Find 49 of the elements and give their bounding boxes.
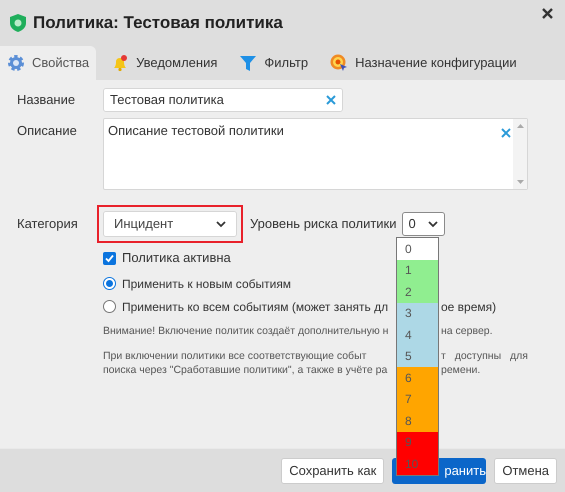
dropdown-option[interactable]: 6	[397, 367, 438, 388]
bell-icon	[111, 54, 130, 72]
dropdown-option[interactable]: 5	[397, 346, 438, 367]
description-field[interactable]: Описание тестовой политики	[103, 118, 528, 190]
field-label: Категория	[16, 215, 79, 234]
warning-text: Внимание! Включение политик создаёт дополнительную н	[103, 324, 388, 339]
clear-icon[interactable]	[326, 95, 336, 105]
clear-icon[interactable]	[501, 128, 511, 138]
field-label: Название	[16, 91, 76, 109]
name-field[interactable]: Тестовая политика	[103, 88, 343, 112]
tab[interactable]: Назначение конфигурации	[323, 46, 524, 80]
category-select[interactable]: Инцидент	[103, 211, 237, 237]
dropdown-option[interactable]: 1	[397, 260, 438, 281]
checkbox-label: Политика активна	[122, 249, 231, 268]
radio-label: ое время)	[441, 298, 498, 316]
warning-text: на сервер.	[441, 324, 494, 339]
dropdown-option[interactable]: 4	[397, 324, 438, 346]
shield-icon	[9, 13, 27, 33]
chevron-down-icon	[216, 220, 226, 228]
dropdown-option[interactable]: 7	[397, 388, 438, 410]
info-text: поиска через "Сработавшие политики", а также в учёте ра	[103, 362, 388, 377]
info-text: При включении политики все соответствующие событ	[103, 348, 366, 363]
checkbox[interactable]	[103, 252, 116, 264]
field-label: Уровень риска политики	[250, 215, 396, 234]
gear-icon	[7, 54, 25, 72]
info-text: т доступны для	[441, 348, 528, 363]
info-text: ремени.	[441, 362, 482, 377]
tab[interactable]: Уведомления	[104, 46, 224, 80]
radio-button[interactable]	[103, 300, 116, 313]
target-icon	[330, 54, 348, 72]
close-icon[interactable]	[542, 8, 553, 19]
radio-label: Применить к новым событиям	[122, 276, 292, 291]
scrollbar[interactable]	[513, 119, 527, 189]
dialog-button[interactable]: Отмена	[494, 458, 557, 484]
funnel-icon	[239, 54, 258, 72]
dropdown-option[interactable]: 3	[397, 302, 438, 324]
risk-level-select[interactable]: 0	[402, 212, 444, 236]
window-title: Политика: Тестовая политика	[33, 12, 284, 34]
dropdown-option[interactable]: 2	[397, 281, 438, 302]
scroll-down-icon[interactable]	[516, 180, 524, 184]
field-label: Описание	[16, 122, 78, 140]
chevron-down-icon	[428, 220, 438, 228]
radio-button[interactable]	[103, 277, 116, 290]
radio-label: Применить ко всем событиям (может занять дл	[122, 298, 388, 316]
scroll-up-icon[interactable]	[516, 124, 524, 128]
tab[interactable]: Свойства	[0, 46, 96, 80]
dropdown-option[interactable]: 8	[397, 410, 438, 432]
tab[interactable]: Фильтр	[232, 46, 316, 80]
dialog-button[interactable]: Сохранить как	[281, 458, 384, 484]
